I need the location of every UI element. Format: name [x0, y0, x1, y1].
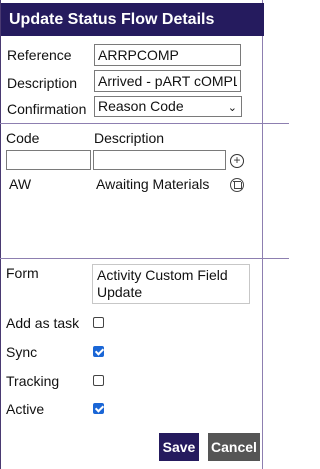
- section-divider: [0, 258, 289, 259]
- row-description: Awaiting Materials: [96, 176, 210, 192]
- description-input[interactable]: [94, 70, 241, 92]
- add-as-task-label: Add as task: [6, 315, 80, 331]
- sync-label: Sync: [6, 344, 38, 360]
- confirmation-label: Confirmation: [7, 101, 87, 117]
- section-divider: [0, 123, 289, 124]
- active-checkbox[interactable]: [93, 403, 104, 414]
- code-column-header: Code: [6, 130, 40, 146]
- cancel-button[interactable]: Cancel: [208, 433, 260, 461]
- add-as-task-checkbox[interactable]: [93, 317, 104, 328]
- new-description-input[interactable]: [93, 150, 226, 170]
- description-column-header: Description: [94, 130, 165, 146]
- dialog-title: Update Status Flow Details: [1, 3, 264, 36]
- new-code-input[interactable]: [6, 150, 91, 170]
- confirmation-selected-value: Reason Code: [98, 98, 184, 114]
- reference-input[interactable]: [94, 44, 241, 66]
- active-label: Active: [6, 401, 45, 417]
- chevron-down-icon: ⌄: [227, 102, 237, 114]
- tracking-label: Tracking: [6, 373, 60, 389]
- plus-circle-icon[interactable]: +: [230, 154, 244, 168]
- tracking-checkbox[interactable]: [93, 375, 104, 386]
- form-label: Form: [6, 265, 39, 281]
- trash-icon[interactable]: [230, 178, 244, 192]
- reference-label: Reference: [7, 47, 72, 63]
- row-code: AW: [9, 176, 32, 192]
- confirmation-select[interactable]: Reason Code ⌄: [94, 96, 242, 117]
- form-field[interactable]: Activity Custom Field Update: [92, 264, 250, 304]
- status-flow-dialog: Update Status Flow Details Reference Des…: [0, 0, 264, 469]
- sync-checkbox[interactable]: [93, 346, 104, 357]
- description-label: Description: [7, 75, 78, 91]
- save-button[interactable]: Save: [159, 433, 199, 461]
